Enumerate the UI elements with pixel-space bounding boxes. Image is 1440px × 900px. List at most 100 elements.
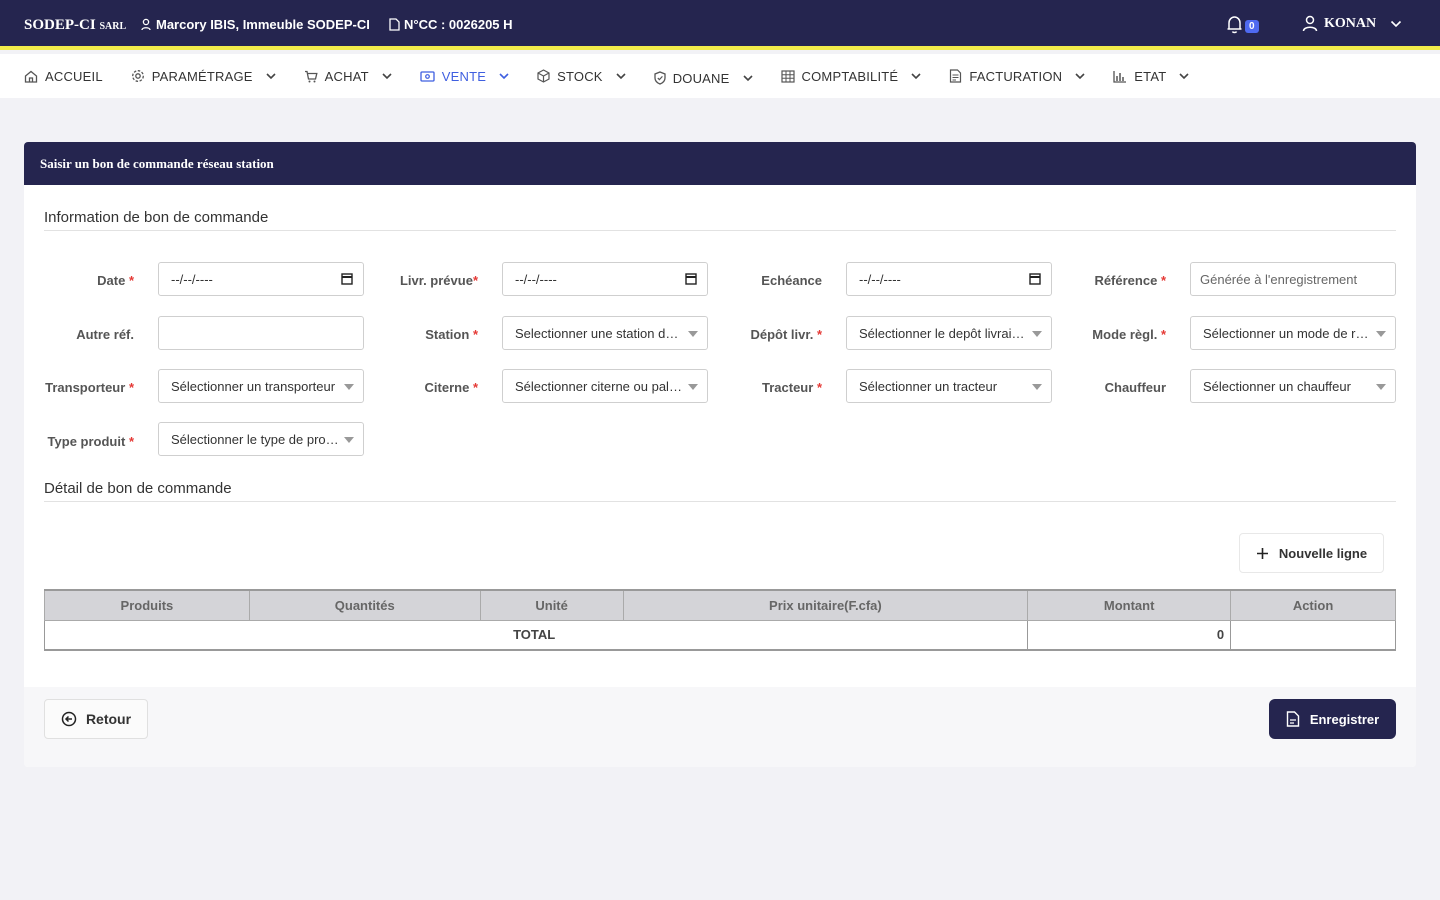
table-total-row: TOTAL 0	[43, 619, 1396, 651]
dropdown-caret-icon	[1032, 331, 1042, 337]
nav-item-accueil[interactable]: ACCUEIL	[24, 69, 103, 84]
echeance-input[interactable]: --/--/----	[846, 262, 1052, 296]
card-title: Saisir un bon de commande réseau station	[24, 142, 1416, 185]
detail-section-title: Détail de bon de commande	[44, 480, 1396, 502]
chevron-down-icon	[266, 72, 276, 79]
chevron-down-icon	[499, 72, 509, 79]
user-menu[interactable]: KONAN	[1302, 15, 1402, 32]
bar-chart-icon	[1113, 70, 1127, 83]
chevron-down-icon	[742, 74, 753, 81]
total-value: 0	[1027, 619, 1232, 651]
nav-item-comptabilite[interactable]: COMPTABILITÉ	[780, 68, 922, 84]
calendar-icon	[685, 273, 697, 285]
total-label: TOTAL	[43, 619, 1029, 651]
nav-item-etat[interactable]: ETAT	[1113, 69, 1189, 84]
nav-label: ACCUEIL	[45, 68, 103, 84]
transporteur-select[interactable]: Sélectionner un transporteur	[158, 369, 364, 403]
column-header-montant: Montant	[1027, 589, 1232, 621]
table-header-row: Produits Quantités Unité Prix unitaire(F…	[44, 589, 1396, 621]
citerne-label: Citerne *	[424, 380, 478, 395]
grid-icon	[780, 69, 795, 83]
save-button[interactable]: Enregistrer	[1269, 699, 1396, 739]
autre-ref-label: Autre réf.	[76, 327, 134, 342]
chevron-down-icon	[1391, 20, 1402, 27]
nav-item-stock[interactable]: STOCK	[537, 69, 626, 84]
station-label: Station *	[425, 327, 478, 342]
location-pin-icon	[141, 18, 151, 31]
user-name: KONAN	[1324, 15, 1377, 31]
order-form-card: Saisir un bon de commande réseau station…	[24, 142, 1416, 767]
date-label: Date *	[97, 273, 134, 288]
nav-label: PARAMÉTRAGE	[151, 68, 253, 84]
chevron-down-icon	[616, 72, 626, 79]
citerne-select[interactable]: Sélectionner citerne ou palette	[502, 369, 708, 403]
company-ncc: N°CC : 0026205 H	[389, 17, 513, 32]
tracteur-select[interactable]: Sélectionner un tracteur	[846, 369, 1052, 403]
back-arrow-icon	[61, 711, 77, 727]
order-detail-table: Produits Quantités Unité Prix unitaire(F…	[43, 589, 1396, 651]
chauffeur-label: Chauffeur	[1104, 380, 1166, 395]
brand-name: SODEP-CI	[24, 17, 96, 33]
chevron-down-icon	[1179, 72, 1189, 79]
type-produit-select[interactable]: Sélectionner le type de produit	[158, 422, 364, 456]
autre-ref-input[interactable]	[158, 316, 364, 350]
card-footer: Retour Enregistrer	[24, 687, 1416, 767]
nav-item-douane[interactable]: DOUANE	[654, 71, 753, 86]
notification-count-badge: 0	[1245, 20, 1259, 33]
chauffeur-select[interactable]: Sélectionner un chauffeur	[1190, 369, 1396, 403]
column-header-quantites: Quantités	[248, 589, 481, 621]
column-header-produits: Produits	[44, 589, 250, 621]
box-icon	[537, 69, 550, 83]
new-line-label: Nouvelle ligne	[1278, 545, 1368, 561]
total-action-cell	[1230, 619, 1396, 651]
calendar-icon	[341, 273, 353, 285]
nav-item-achat[interactable]: ACHAT	[304, 69, 392, 84]
transporteur-label: Transporteur *	[45, 380, 134, 395]
dropdown-caret-icon	[344, 384, 354, 390]
save-document-icon	[1286, 711, 1300, 727]
shield-icon	[654, 71, 666, 85]
dropdown-caret-icon	[1032, 384, 1042, 390]
brand-suffix: SARL	[99, 21, 127, 32]
new-line-button[interactable]: Nouvelle ligne	[1239, 533, 1384, 573]
back-label: Retour	[85, 711, 132, 727]
back-button[interactable]: Retour	[44, 699, 148, 739]
depot-select[interactable]: Sélectionner le depôt livraison	[846, 316, 1052, 350]
plus-icon	[1256, 547, 1268, 559]
mode-regl-label: Mode règl. *	[1092, 327, 1166, 342]
user-icon	[1302, 15, 1318, 32]
document-icon	[389, 18, 400, 31]
top-bar: SODEP-CI SARL Marcory IBIS, Immeuble SOD…	[0, 0, 1440, 50]
nav-label: ACHAT	[324, 68, 369, 84]
bell-icon	[1227, 16, 1242, 34]
station-select[interactable]: Selectionner une station de service	[502, 316, 708, 350]
nav-item-parametrage[interactable]: PARAMÉTRAGE	[131, 69, 276, 84]
nav-item-facturation[interactable]: FACTURATION	[949, 69, 1085, 84]
nav-label: COMPTABILITÉ	[801, 68, 899, 84]
cash-icon	[420, 70, 435, 82]
tracteur-label: Tracteur *	[762, 380, 822, 395]
livr-prevue-label: Livr. prévue*	[399, 273, 478, 288]
mode-regl-select[interactable]: Sélectionner un mode de règlement	[1190, 316, 1396, 350]
date-input[interactable]: --/--/----	[158, 262, 364, 296]
invoice-icon	[950, 69, 962, 83]
dropdown-caret-icon	[688, 331, 698, 337]
address-text: Marcory IBIS, Immeuble SODEP-CI	[156, 17, 370, 32]
column-header-unite: Unité	[479, 589, 624, 621]
ncc-text: N°CC : 0026205 H	[404, 17, 513, 32]
home-icon	[24, 70, 38, 83]
notifications-button[interactable]: 0	[1226, 15, 1259, 34]
dropdown-caret-icon	[1376, 331, 1386, 337]
livr-prevue-input[interactable]: --/--/----	[502, 262, 708, 296]
chevron-down-icon	[382, 72, 392, 79]
calendar-icon	[1029, 273, 1041, 285]
chevron-down-icon	[1075, 72, 1085, 79]
dropdown-caret-icon	[1376, 384, 1386, 390]
nav-label: VENTE	[441, 68, 487, 84]
nav-item-vente[interactable]: VENTE	[420, 69, 509, 84]
nav-label: STOCK	[557, 68, 603, 84]
dropdown-caret-icon	[688, 384, 698, 390]
reference-input[interactable]: Générée à l'enregistrement	[1190, 262, 1396, 296]
dropdown-caret-icon	[344, 437, 354, 443]
main-nav: ACCUEIL PARAMÉTRAGE ACHAT VENTE STOCK DO…	[0, 54, 1440, 98]
